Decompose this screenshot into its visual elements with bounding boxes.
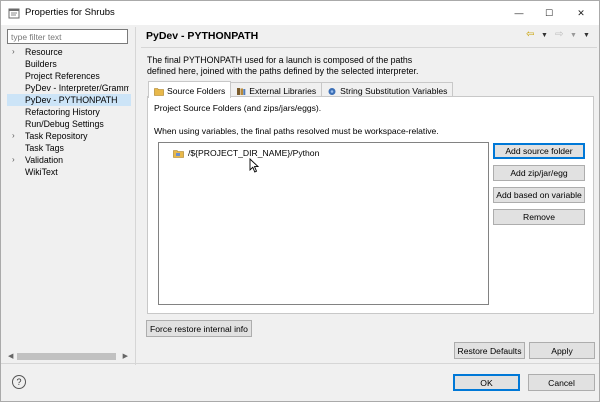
- tree-item-label: Resource: [25, 47, 63, 57]
- tree-item[interactable]: Task Tags: [7, 142, 129, 154]
- properties-dialog: Properties for Shrubs — ☐ ✕ › Resource Bui…: [0, 0, 600, 402]
- eclipse-app-icon: [8, 8, 20, 19]
- tree-item-label: PyDev - PYTHONPATH: [25, 95, 118, 105]
- tree-item-label: Project References: [25, 71, 100, 81]
- mouse-cursor-icon: [249, 158, 259, 173]
- scroll-left-icon[interactable]: ◀: [8, 352, 13, 360]
- header-separator: [141, 47, 597, 48]
- tab-string-substitution-variables[interactable]: String Substitution Variables: [321, 82, 454, 97]
- force-restore-internal-info-button[interactable]: Force restore internal info: [146, 320, 252, 337]
- tree-item-label: Validation: [25, 155, 63, 165]
- variable-icon: [328, 87, 336, 95]
- source-folders-list[interactable]: /${PROJECT_DIR_NAME}/Python: [158, 142, 489, 305]
- tab-label: External Libraries: [249, 86, 317, 96]
- add-source-folder-button[interactable]: Add source folder: [493, 143, 585, 159]
- expand-chevron-icon[interactable]: ›: [12, 154, 15, 166]
- tree-item-label: Builders: [25, 59, 57, 69]
- forward-dropdown-icon[interactable]: ▼: [570, 32, 577, 39]
- maximize-button[interactable]: ☐: [535, 1, 563, 25]
- view-menu-icon[interactable]: ▼: [583, 32, 590, 39]
- tab-label: String Substitution Variables: [340, 86, 448, 96]
- folder-icon: [154, 87, 164, 96]
- apply-button[interactable]: Apply: [529, 342, 595, 359]
- tab-bar: Source Folders External Libraries String…: [148, 81, 454, 98]
- tree-item-label: Task Tags: [25, 143, 64, 153]
- tab-source-folders[interactable]: Source Folders: [148, 81, 232, 98]
- tree-item-label: Run/Debug Settings: [25, 119, 104, 129]
- forward-arrow-icon[interactable]: ⇨: [555, 29, 563, 40]
- footer-separator: [1, 363, 599, 364]
- cancel-button[interactable]: Cancel: [528, 374, 595, 391]
- ok-button[interactable]: OK: [453, 374, 520, 391]
- tree-item[interactable]: › Task Repository: [7, 130, 129, 142]
- tree-item[interactable]: WikiText: [7, 166, 129, 178]
- tree-item[interactable]: Project References: [7, 70, 129, 82]
- pane-divider[interactable]: [135, 27, 136, 365]
- page-title: PyDev - PYTHONPATH: [146, 30, 259, 42]
- property-page-tree: › Resource Builders Project References PyDev…: [7, 46, 131, 349]
- tree-horizontal-scrollbar[interactable]: ◀ ▶: [7, 352, 129, 361]
- tree-item[interactable]: Builders: [7, 58, 129, 70]
- tree-item[interactable]: › Validation: [7, 154, 129, 166]
- tree-item[interactable]: PyDev - Interpreter/Gramm: [7, 82, 129, 94]
- page-description: The final PYTHONPATH used for a launch i…: [147, 55, 587, 77]
- library-icon: [237, 87, 246, 95]
- remove-button[interactable]: Remove: [493, 209, 585, 225]
- filter-input[interactable]: [7, 29, 128, 44]
- list-item[interactable]: /${PROJECT_DIR_NAME}/Python: [173, 148, 319, 158]
- tree-item-label: Task Repository: [25, 131, 88, 141]
- restore-defaults-button[interactable]: Restore Defaults: [454, 342, 525, 359]
- scrollbar-thumb[interactable]: [17, 353, 116, 360]
- source-folders-header: Project Source Folders (and zips/jars/eg…: [154, 103, 322, 113]
- tree-item-label: WikiText: [25, 167, 58, 177]
- minimize-button[interactable]: —: [505, 1, 533, 25]
- help-icon[interactable]: ?: [12, 375, 26, 389]
- window-title: Properties for Shrubs: [25, 7, 115, 18]
- tab-external-libraries[interactable]: External Libraries: [230, 82, 323, 97]
- description-line: defined here, joined with the paths defi…: [147, 66, 419, 76]
- expand-chevron-icon[interactable]: ›: [12, 130, 15, 142]
- add-zip-jar-egg-button[interactable]: Add zip/jar/egg: [493, 165, 585, 181]
- add-based-on-variable-button[interactable]: Add based on variable: [493, 187, 585, 203]
- close-button[interactable]: ✕: [567, 1, 595, 25]
- back-arrow-icon[interactable]: ⇦: [526, 29, 534, 40]
- source-folder-path: /${PROJECT_DIR_NAME}/Python: [188, 148, 320, 158]
- tree-item-label: Refactoring History: [25, 107, 100, 117]
- tab-label: Source Folders: [167, 86, 226, 96]
- workspace-relative-note: When using variables, the final paths re…: [154, 126, 439, 136]
- scroll-right-icon[interactable]: ▶: [123, 352, 128, 360]
- tree-item[interactable]: Refactoring History: [7, 106, 129, 118]
- source-folder-icon: [173, 149, 184, 158]
- title-bar: Properties for Shrubs — ☐ ✕: [1, 1, 599, 25]
- description-line: The final PYTHONPATH used for a launch i…: [147, 55, 413, 65]
- tree-item-label: PyDev - Interpreter/Gramm: [25, 83, 129, 93]
- source-folders-panel: Project Source Folders (and zips/jars/eg…: [147, 96, 594, 314]
- back-dropdown-icon[interactable]: ▼: [541, 32, 548, 39]
- tree-item[interactable]: Run/Debug Settings: [7, 118, 129, 130]
- tree-item[interactable]: PyDev - PYTHONPATH: [7, 94, 131, 106]
- tree-item[interactable]: › Resource: [7, 46, 129, 58]
- expand-chevron-icon[interactable]: ›: [12, 46, 15, 58]
